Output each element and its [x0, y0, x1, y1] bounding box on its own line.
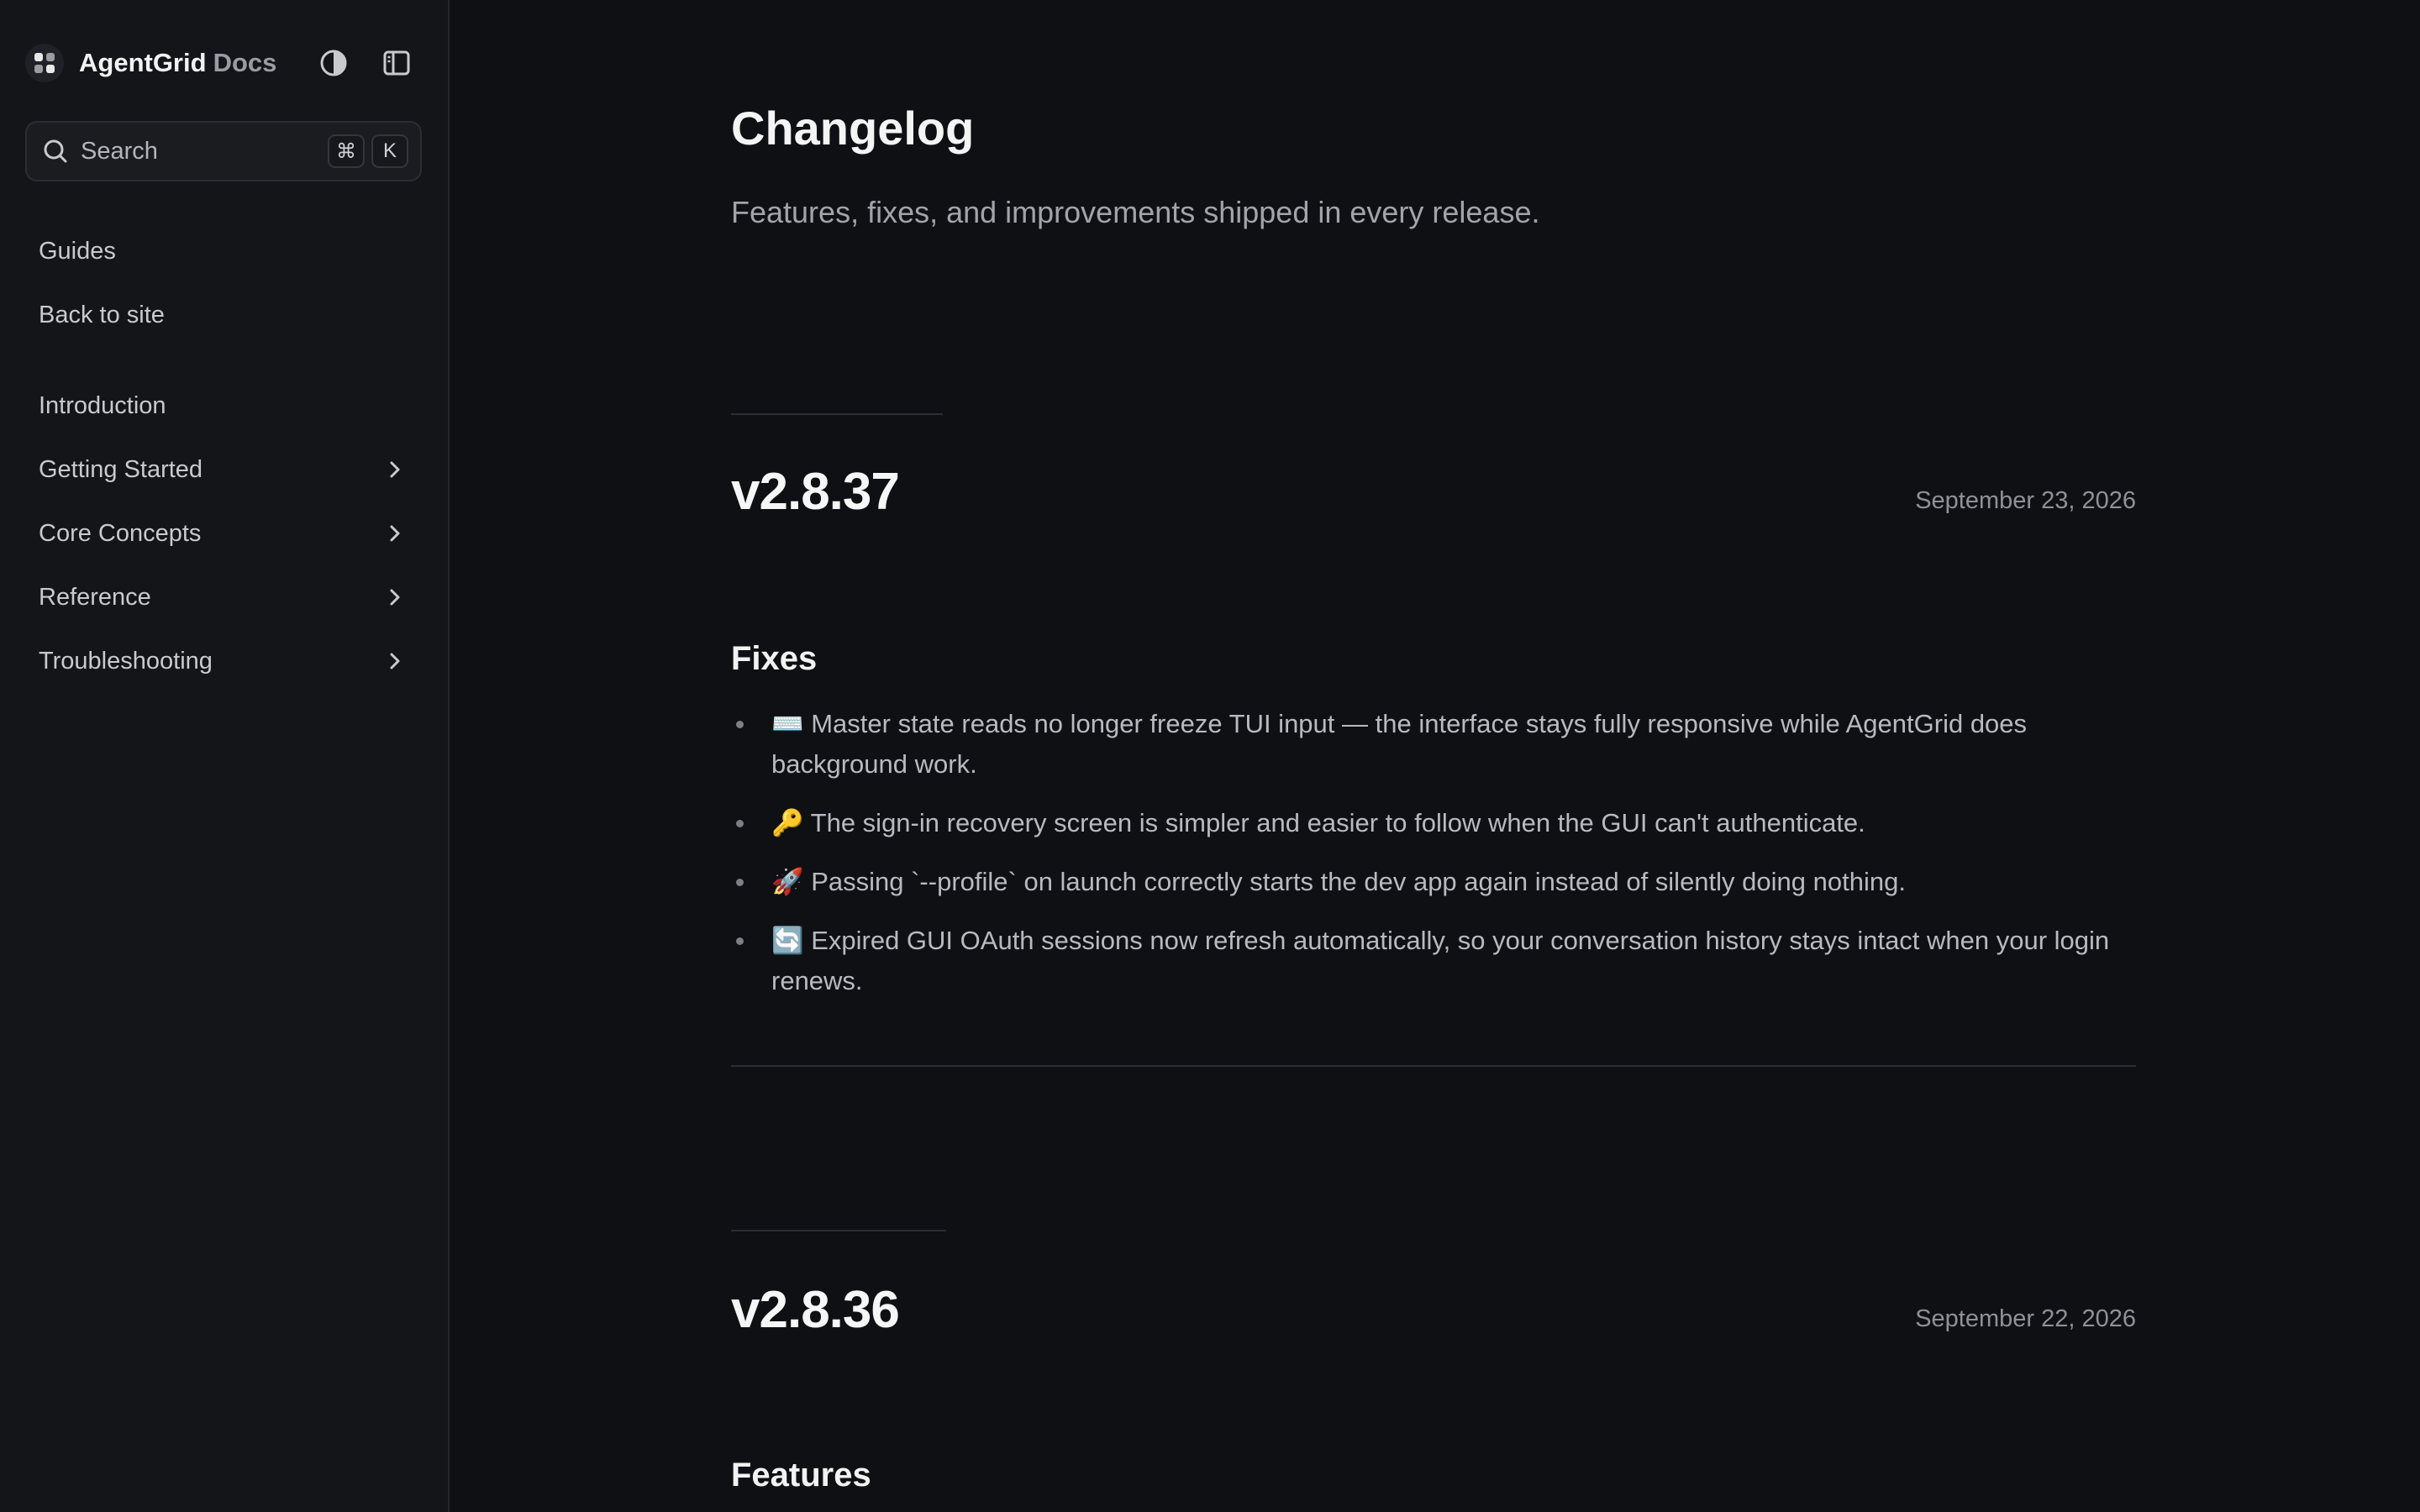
release-section-heading: Features: [731, 1457, 871, 1494]
page-subtitle: Features, fixes, and improvements shippe…: [731, 195, 1540, 229]
release-date: September 22, 2026: [1915, 1305, 2136, 1332]
page-title: Changelog: [731, 102, 975, 155]
content-canvas: Changelog Features, fixes, and improveme…: [0, 0, 2418, 1512]
release-items-list: ⌨️ Master state reads no longer freeze T…: [731, 704, 2136, 1020]
main-content: Changelog Features, fixes, and improveme…: [450, 0, 2420, 1512]
release-divider: [731, 413, 943, 415]
list-item: ⌨️ Master state reads no longer freeze T…: [731, 704, 2136, 785]
release-version[interactable]: v2.8.36: [731, 1280, 900, 1340]
release-divider: [731, 1230, 946, 1231]
release-version[interactable]: v2.8.37: [731, 462, 900, 522]
list-item: 🚀 Passing `--profile` on launch correctl…: [731, 862, 2136, 902]
list-item: 🔄 Expired GUI OAuth sessions now refresh…: [731, 921, 2136, 1001]
app-root: AgentGrid Docs Search ⌘ K Guides Back to…: [0, 0, 2420, 1512]
release-date: September 23, 2026: [1915, 487, 2136, 514]
release-section-heading: Fixes: [731, 640, 818, 677]
list-item: 🔑 The sign-in recovery screen is simpler…: [731, 803, 2136, 843]
release-end-divider: [731, 1065, 2136, 1067]
